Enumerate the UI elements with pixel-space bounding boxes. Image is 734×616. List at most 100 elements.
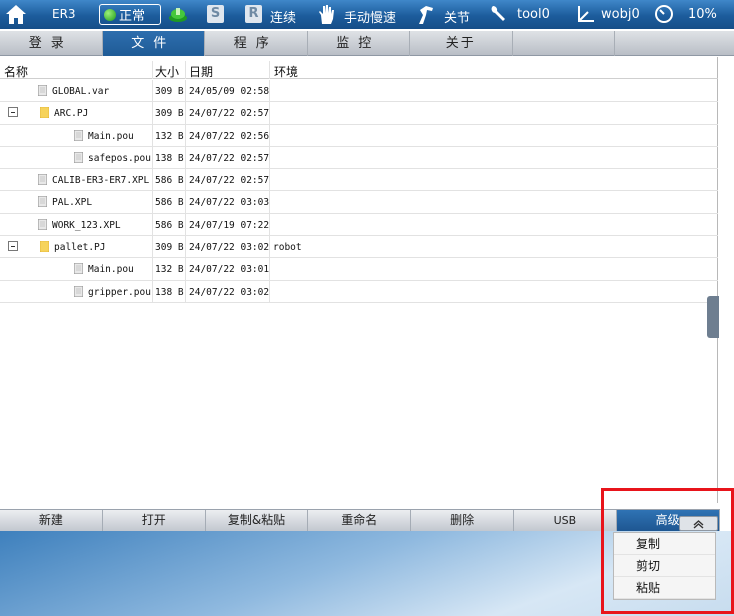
- column-divider: [269, 146, 270, 169]
- file-date: 24/07/22 03:02: [189, 242, 270, 254]
- file-size: 309 B: [155, 86, 184, 97]
- file-icon: [74, 285, 83, 297]
- hand-icon[interactable]: [316, 4, 336, 25]
- collapse-toggle-icon[interactable]: [8, 241, 18, 252]
- top-status-bar: ER3 正常 S R 连续 手动慢速 关节 tool0 wobj0 10%: [0, 0, 734, 29]
- column-divider: [269, 258, 270, 281]
- column-size-header[interactable]: 大小: [155, 63, 179, 80]
- r-key[interactable]: R: [245, 5, 262, 23]
- collapse-toggle-icon[interactable]: [8, 107, 18, 118]
- tab-file[interactable]: 文件: [102, 31, 205, 56]
- file-date: 24/07/22 02:57: [189, 108, 270, 120]
- file-date: 24/07/22 03:01: [189, 264, 270, 276]
- joint-icon[interactable]: [415, 4, 435, 25]
- file-name: CALIB-ER3-ER7.XPL: [52, 175, 150, 187]
- file-name: safepos.pou: [88, 152, 151, 164]
- column-divider: [152, 102, 153, 125]
- open-button[interactable]: 打开: [103, 510, 206, 532]
- status-indicator[interactable]: 正常: [99, 4, 161, 25]
- column-divider: [185, 61, 186, 79]
- table-row[interactable]: pallet.PJ 309 B 24/07/22 03:02 robot: [0, 236, 718, 259]
- rename-button[interactable]: 重命名: [308, 510, 412, 532]
- column-divider: [185, 258, 186, 281]
- table-row[interactable]: ARC.PJ 309 B 24/07/22 02:57: [0, 102, 718, 125]
- power-icon[interactable]: [168, 6, 188, 23]
- column-divider: [152, 280, 153, 303]
- speedometer-icon[interactable]: [654, 4, 674, 24]
- status-text: 正常: [119, 9, 146, 24]
- file-icon: [74, 263, 83, 275]
- tab-program[interactable]: 程序: [205, 31, 308, 56]
- coord-label[interactable]: 关节: [444, 7, 470, 26]
- column-divider: [185, 213, 186, 236]
- new-button[interactable]: 新建: [0, 510, 103, 532]
- column-divider: [185, 124, 186, 147]
- column-divider: [269, 169, 270, 192]
- tab-about[interactable]: 关于: [410, 31, 513, 56]
- wobj-label[interactable]: wobj0: [601, 7, 640, 22]
- side-panel-handle[interactable]: [707, 296, 719, 338]
- tool-label[interactable]: tool0: [517, 7, 550, 22]
- column-divider: [185, 236, 186, 259]
- file-list: GLOBAL.var 309 B 24/05/09 02:58 ARC.PJ 309 B…: [0, 80, 718, 303]
- tab-login[interactable]: 登录: [0, 31, 103, 56]
- column-divider: [269, 124, 270, 147]
- advanced-popup-menu: 复制 剪切 粘贴: [613, 532, 716, 600]
- column-date-header[interactable]: 日期: [189, 63, 213, 80]
- table-row[interactable]: safepos.pou 138 B 24/07/22 02:57: [0, 146, 718, 170]
- collapse-button[interactable]: [679, 516, 718, 531]
- column-divider: [185, 191, 186, 214]
- robot-name: ER3: [52, 7, 76, 21]
- file-name: GLOBAL.var: [52, 86, 110, 97]
- speed-mode-label[interactable]: 手动慢速: [344, 7, 396, 26]
- column-name-header[interactable]: 名称: [4, 63, 28, 80]
- file-name: Main.pou: [88, 130, 134, 142]
- home-icon[interactable]: [5, 4, 27, 25]
- file-name: ARC.PJ: [54, 108, 89, 120]
- s-key[interactable]: S: [207, 5, 224, 23]
- table-row[interactable]: PAL.XPL 586 B 24/07/22 03:03: [0, 191, 718, 214]
- table-row[interactable]: CALIB-ER3-ER7.XPL 586 B 24/07/22 02:57: [0, 169, 718, 192]
- column-divider: [152, 236, 153, 259]
- column-divider: [269, 236, 270, 259]
- file-date: 24/07/19 07:22: [189, 219, 270, 231]
- copy-paste-button[interactable]: 复制&粘贴: [206, 510, 309, 532]
- file-size: 586 B: [155, 219, 184, 231]
- speed-percent[interactable]: 10%: [688, 7, 717, 22]
- file-size: 138 B: [155, 152, 184, 164]
- column-divider: [152, 61, 153, 79]
- column-divider: [152, 146, 153, 169]
- table-row[interactable]: GLOBAL.var 309 B 24/05/09 02:58: [0, 80, 718, 103]
- wrench-icon[interactable]: [490, 4, 508, 24]
- file-name: PAL.XPL: [52, 197, 93, 209]
- file-icon: [38, 174, 47, 186]
- table-row[interactable]: Main.pou 132 B 24/07/22 03:01: [0, 258, 718, 281]
- folder-icon: [39, 240, 50, 253]
- table-row[interactable]: Main.pou 132 B 24/07/22 02:56: [0, 124, 718, 147]
- file-icon: [38, 85, 47, 96]
- column-divider: [269, 213, 270, 236]
- table-row[interactable]: WORK_123.XPL 586 B 24/07/19 07:22: [0, 213, 718, 237]
- column-divider: [269, 61, 270, 79]
- column-env-header[interactable]: 环境: [274, 63, 298, 80]
- column-divider: [269, 102, 270, 125]
- menu-item-paste[interactable]: 粘贴: [614, 577, 715, 599]
- column-divider: [152, 213, 153, 236]
- tab-monitor[interactable]: 监控: [308, 31, 410, 56]
- file-size: 309 B: [155, 242, 184, 254]
- file-size: 586 B: [155, 175, 184, 187]
- usb-button[interactable]: USB: [514, 510, 617, 532]
- column-divider: [185, 280, 186, 303]
- file-size: 309 B: [155, 108, 184, 120]
- delete-button[interactable]: 删除: [411, 510, 514, 532]
- table-row[interactable]: gripper.pou 138 B 24/07/22 03:02: [0, 280, 718, 303]
- run-mode-label[interactable]: 连续: [270, 7, 296, 26]
- chevron-up-icon: [693, 520, 704, 529]
- menu-item-copy[interactable]: 复制: [614, 533, 715, 555]
- bottom-toolbar: 新建 打开 复制&粘贴 重命名 删除 USB 高级: [0, 509, 720, 532]
- menu-item-cut[interactable]: 剪切: [614, 555, 715, 577]
- column-divider: [152, 258, 153, 281]
- file-date: 24/07/22 03:03: [189, 197, 270, 209]
- axis-icon[interactable]: [576, 4, 596, 24]
- file-icon: [74, 129, 83, 141]
